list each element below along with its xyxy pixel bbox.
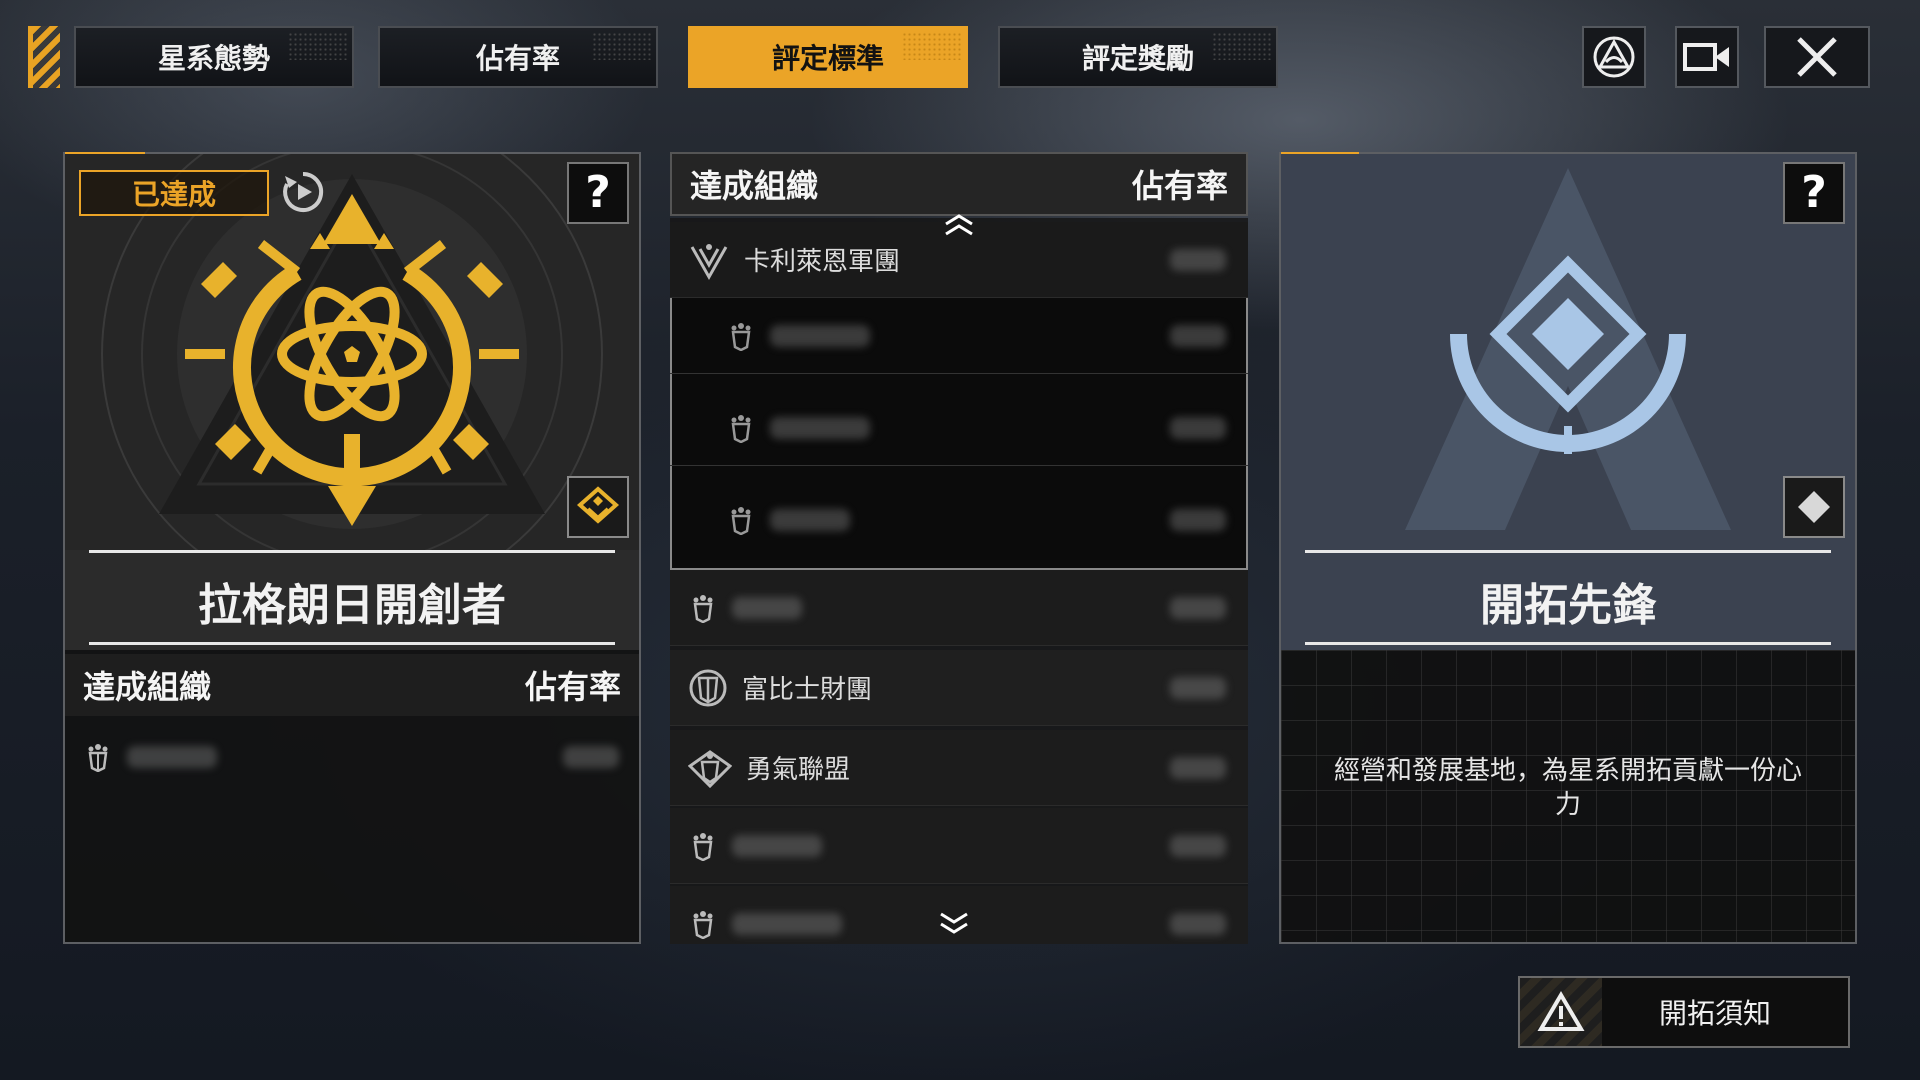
org-shield-icon xyxy=(693,832,713,861)
redacted-share xyxy=(563,746,619,768)
help-button[interactable]: ? xyxy=(567,162,629,224)
share-column-header: 佔有率 xyxy=(524,668,621,706)
list-item[interactable] xyxy=(670,482,1248,558)
list-item[interactable]: 富比士財團 xyxy=(670,650,1248,726)
redacted-org-name xyxy=(127,746,217,768)
redacted-share xyxy=(1170,324,1226,347)
tab-bar-accent xyxy=(28,26,60,88)
record-button[interactable] xyxy=(1675,26,1739,88)
achieved-criterion-card: 已達成 ? 拉格朗日開創者 達成組織 佔有率 xyxy=(63,152,641,944)
redacted-org-name xyxy=(770,509,850,531)
list-item[interactable]: 勇氣聯盟 xyxy=(670,730,1248,806)
forbes-icon xyxy=(689,669,727,706)
tier-badge-button[interactable] xyxy=(567,476,629,538)
org-shield-icon xyxy=(693,594,713,623)
divider xyxy=(89,642,615,645)
tab-occupancy[interactable]: 佔有率 xyxy=(378,26,658,88)
criterion-title: 拉格朗日開創者 xyxy=(198,580,506,631)
list-item[interactable] xyxy=(670,570,1248,646)
org-name: 勇氣聯盟 xyxy=(746,755,851,785)
tab-criteria[interactable]: 評定標準 xyxy=(688,26,968,88)
camera-icon xyxy=(1683,43,1729,71)
redacted-share xyxy=(1170,596,1226,619)
share-column-header: 佔有率 xyxy=(1131,167,1228,205)
criterion-title: 開拓先鋒 xyxy=(1480,580,1656,631)
replay-icon[interactable] xyxy=(281,170,325,214)
status-label: 已達成 xyxy=(131,178,216,211)
redacted-org-name xyxy=(732,596,802,619)
notice-icon-box xyxy=(1520,978,1602,1046)
scroll-up-chevron-icon[interactable] xyxy=(942,212,976,238)
redacted-share xyxy=(1170,756,1226,779)
pioneer-vanguard-emblem xyxy=(1405,168,1731,530)
help-button[interactable]: ? xyxy=(1783,162,1845,224)
redacted-share xyxy=(1170,416,1226,439)
close-button[interactable] xyxy=(1764,26,1870,88)
list-item[interactable] xyxy=(670,808,1248,884)
faction-emblem-icon xyxy=(1593,36,1635,78)
org-name: 富比士財團 xyxy=(742,675,873,705)
tab-label: 評定獎勵 xyxy=(1081,42,1194,75)
scroll-down-chevron-icon[interactable] xyxy=(937,910,971,938)
tab-rewards[interactable]: 評定獎勵 xyxy=(998,26,1278,88)
divider xyxy=(1305,550,1831,553)
redacted-org-name xyxy=(732,834,822,857)
question-mark-icon: ? xyxy=(1801,167,1827,218)
achieved-status-badge: 已達成 xyxy=(79,170,269,216)
org-list-header: 達成組織 佔有率 xyxy=(670,152,1248,216)
redacted-share xyxy=(1170,248,1226,271)
redacted-share xyxy=(1170,834,1226,857)
list-item[interactable] xyxy=(670,390,1248,466)
warning-icon xyxy=(1537,991,1585,1031)
org-column-header: 達成組織 xyxy=(83,668,212,706)
redacted-org-name xyxy=(770,324,870,347)
redacted-share xyxy=(1170,509,1226,531)
list-item[interactable] xyxy=(670,298,1248,374)
divider xyxy=(1305,642,1831,645)
rank-chevron-icon xyxy=(576,486,620,524)
org-shield-icon xyxy=(731,414,751,443)
criterion-description: 經營和發展基地，為星系開拓貢獻一份心力 xyxy=(1333,756,1802,820)
achievers-table-header: 達成組織 佔有率 xyxy=(65,654,639,716)
org-shield-icon xyxy=(693,910,713,939)
table-row[interactable] xyxy=(65,722,639,792)
org-column-header: 達成組織 xyxy=(690,167,819,205)
pioneer-notice-button[interactable]: 開拓須知 xyxy=(1518,976,1850,1048)
tab-label: 佔有率 xyxy=(475,42,560,75)
notice-label: 開拓須知 xyxy=(1658,997,1771,1030)
calliance-icon xyxy=(690,243,728,280)
criterion-card: ? 開拓先鋒 經營和發展基地，為星系開拓貢獻一份心力 xyxy=(1279,152,1857,944)
org-shield-icon xyxy=(731,507,751,535)
redacted-share xyxy=(1170,912,1226,935)
divider xyxy=(89,550,615,553)
courage-icon xyxy=(688,749,732,788)
diamond-icon xyxy=(1798,491,1830,523)
question-mark-icon: ? xyxy=(585,167,611,218)
tab-galaxy-status[interactable]: 星系態勢 xyxy=(74,26,354,88)
tab-label: 星系態勢 xyxy=(157,42,270,75)
redacted-org-name xyxy=(770,416,870,439)
close-icon xyxy=(1797,37,1837,77)
faction-button[interactable] xyxy=(1582,26,1646,88)
tab-label: 評定標準 xyxy=(771,42,884,75)
redacted-share xyxy=(1170,676,1226,699)
emblem-area xyxy=(1281,154,1855,550)
org-shield-icon xyxy=(88,744,108,772)
org-shield-icon xyxy=(731,322,751,351)
tier-badge-button[interactable] xyxy=(1783,476,1845,538)
redacted-org-name xyxy=(732,912,842,935)
org-name: 卡利萊恩軍團 xyxy=(744,247,901,277)
org-list[interactable]: 卡利萊恩軍團 富比士財團 勇氣聯盟 xyxy=(670,218,1248,944)
